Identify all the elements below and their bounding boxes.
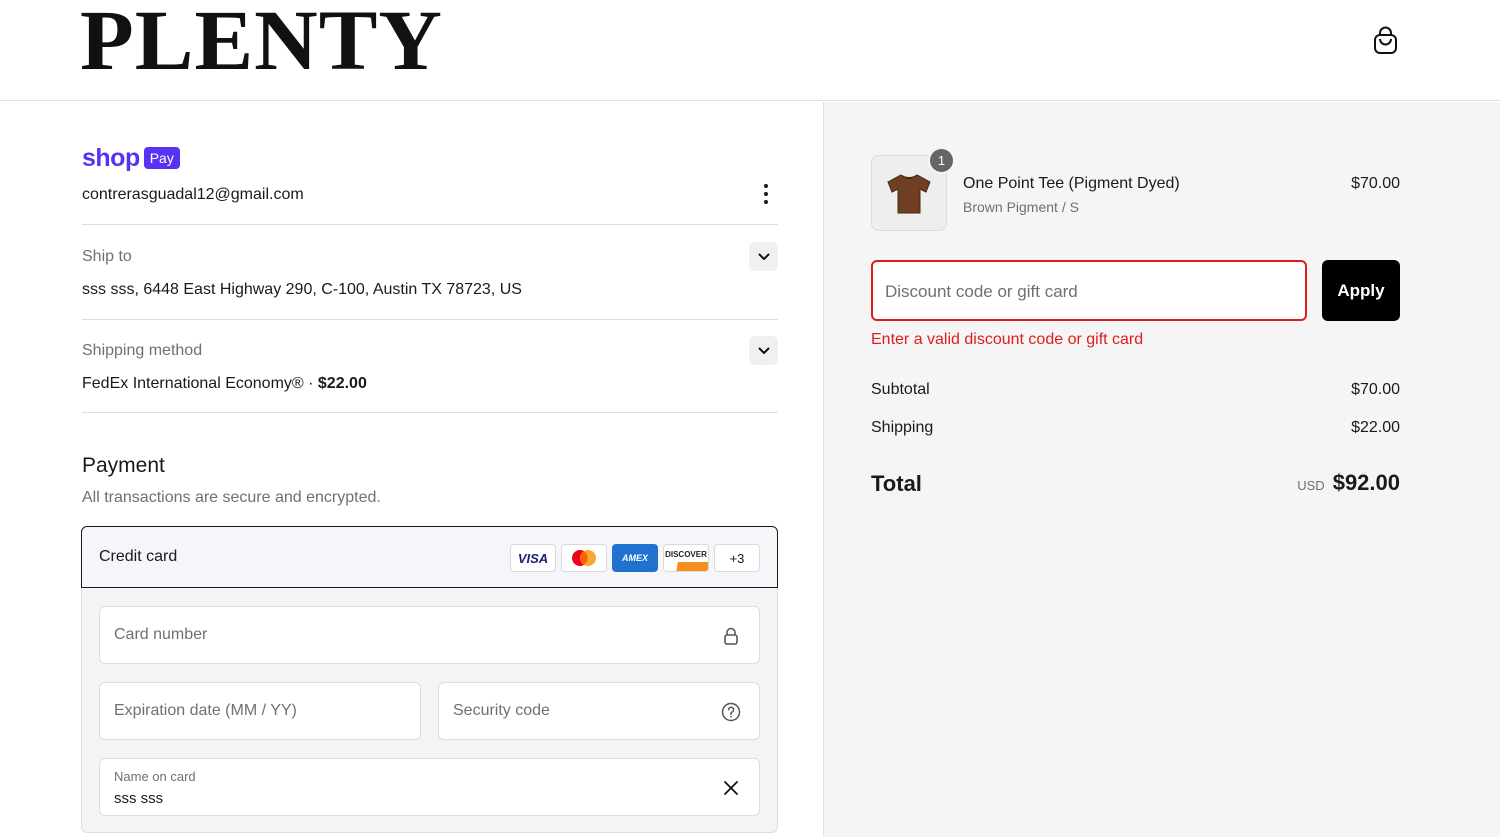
- shipping-method-label: Shipping method: [82, 342, 203, 359]
- divider: [82, 224, 778, 225]
- product-name: One Point Tee (Pigment Dyed): [963, 175, 1180, 192]
- subtotal-label: Subtotal: [871, 381, 930, 398]
- divider: [82, 319, 778, 320]
- clear-icon[interactable]: [721, 778, 741, 798]
- payment-subtitle: All transactions are secure and encrypte…: [82, 489, 381, 506]
- credit-card-option[interactable]: Credit card VISA AMEX DISCOVER +3: [81, 526, 778, 588]
- more-cards-badge: +3: [714, 544, 760, 572]
- tshirt-icon: [887, 174, 931, 214]
- mastercard-icon: [561, 544, 607, 572]
- shipping-method-expand-button[interactable]: [749, 336, 778, 365]
- quantity-badge: 1: [928, 147, 955, 174]
- shipping-label: Shipping: [871, 419, 934, 436]
- chevron-down-icon: [758, 253, 769, 260]
- shipping-value: $22.00: [1351, 419, 1400, 436]
- card-number-placeholder: Card number: [114, 626, 208, 643]
- payment-title: Payment: [82, 454, 165, 477]
- product-variant: Brown Pigment / S: [963, 199, 1079, 215]
- discount-error-message: Enter a valid discount code or gift card: [871, 331, 1144, 348]
- account-email: contrerasguadal12@gmail.com: [82, 186, 304, 203]
- name-on-card-label: Name on card: [114, 769, 196, 784]
- lock-icon: [721, 626, 741, 646]
- order-summary: 1 One Point Tee (Pigment Dyed) Brown Pig…: [823, 102, 1500, 837]
- total-amount: $92.00: [1332, 470, 1400, 495]
- amex-icon: AMEX: [612, 544, 658, 572]
- checkout-main: shop Pay contrerasguadal12@gmail.com Shi…: [0, 102, 823, 837]
- shopping-bag-icon[interactable]: [1372, 26, 1399, 56]
- total-label: Total: [871, 471, 922, 496]
- discount-code-input[interactable]: Discount code or gift card: [871, 260, 1307, 321]
- name-on-card-field[interactable]: Name on card sss sss: [99, 758, 760, 816]
- store-logo[interactable]: PLENTY: [80, 0, 443, 84]
- ship-to-address: sss sss, 6448 East Highway 290, C-100, A…: [82, 281, 522, 298]
- divider: [82, 412, 778, 413]
- shop-pay-pay-badge: Pay: [143, 147, 180, 169]
- total-value: USD $92.00: [1297, 470, 1400, 496]
- product-price: $70.00: [1351, 175, 1400, 192]
- kebab-menu-icon[interactable]: [757, 182, 775, 206]
- help-circle-icon[interactable]: [721, 702, 741, 722]
- shop-pay-shop-text: shop: [82, 144, 140, 172]
- apply-button[interactable]: Apply: [1322, 260, 1400, 321]
- security-code-placeholder: Security code: [453, 702, 550, 719]
- ship-to-expand-button[interactable]: [749, 242, 778, 271]
- expiration-date-field[interactable]: Expiration date (MM / YY): [99, 682, 421, 740]
- credit-card-label: Credit card: [99, 548, 178, 565]
- expiration-placeholder: Expiration date (MM / YY): [114, 702, 297, 719]
- visa-icon: VISA: [510, 544, 556, 572]
- name-on-card-value: sss sss: [114, 790, 164, 807]
- shop-pay-logo: shop Pay: [82, 144, 180, 172]
- security-code-field[interactable]: Security code: [438, 682, 760, 740]
- total-currency: USD: [1297, 478, 1325, 493]
- accepted-cards: VISA AMEX DISCOVER +3: [510, 544, 760, 572]
- card-number-field[interactable]: Card number: [99, 606, 760, 664]
- discover-icon: DISCOVER: [663, 544, 709, 572]
- discount-placeholder: Discount code or gift card: [885, 282, 1078, 301]
- chevron-down-icon: [758, 347, 769, 354]
- ship-to-label: Ship to: [82, 248, 132, 265]
- subtotal-value: $70.00: [1351, 381, 1400, 398]
- shipping-method-value: FedEx International Economy® · $22.00: [82, 375, 367, 393]
- site-header: PLENTY: [0, 0, 1500, 101]
- shipping-method-name: FedEx International Economy® ·: [82, 375, 314, 392]
- shipping-method-price: $22.00: [317, 375, 367, 392]
- discover-text: DISCOVER: [665, 549, 707, 559]
- credit-card-form: Card number Expiration date (MM / YY) Se…: [81, 588, 778, 833]
